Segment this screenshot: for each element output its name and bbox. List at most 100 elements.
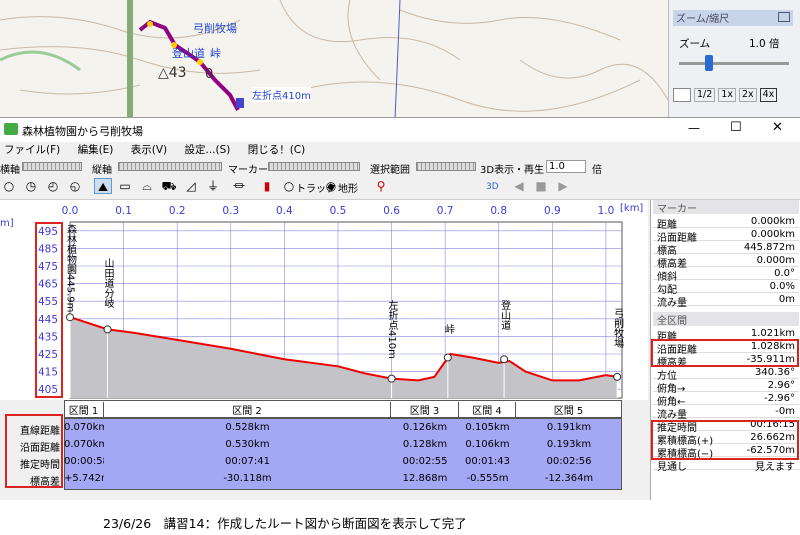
- section-cell: 0.128km: [402, 439, 448, 450]
- x-tick-label: 0.6: [383, 205, 400, 217]
- rewind-icon[interactable]: ◀: [510, 178, 528, 194]
- row-label: 推定時間: [20, 460, 60, 471]
- zoom-label: ズーム: [679, 38, 711, 50]
- marker-value: -0m: [775, 406, 795, 417]
- menu-settings[interactable]: 設定...(S): [184, 144, 230, 156]
- section-cell: 0.530km: [225, 439, 270, 450]
- menu-view[interactable]: 表示(V): [131, 144, 167, 156]
- profile-window: 森林植物園から弓削牧場 — ☐ ✕ ファイル(F) 編集(E) 表示(V) 設定…: [0, 117, 800, 501]
- section-cell: 00:01:43: [465, 456, 510, 467]
- chart-svg: 4954854754654554454354254154050.0 0.1 0.2 0…: [38, 205, 624, 399]
- marker-row: 標高差 0.000m: [653, 255, 799, 270]
- waypoint-marker: [103, 325, 112, 334]
- ruler-icon[interactable]: ▭: [116, 178, 134, 194]
- marker-value: 見えます: [755, 462, 795, 473]
- zoom-fit-button[interactable]: [673, 88, 691, 102]
- zoom-value: 1.0 倍: [749, 38, 780, 50]
- section-cell: 0.105km: [465, 422, 510, 433]
- section-cell: 0.106km: [465, 439, 510, 450]
- waypoint-label: 弓削牧場: [612, 308, 624, 349]
- speed-unit: 倍: [592, 165, 602, 176]
- section-header[interactable]: 区間 3: [391, 402, 459, 418]
- marker-row: 距離 0.000km: [653, 216, 799, 231]
- x-tick-label: 0.1: [115, 205, 132, 217]
- road-icon[interactable]: ⌓: [138, 178, 156, 194]
- close-button[interactable]: ✕: [772, 120, 783, 135]
- track-tool-icon[interactable]: ○: [0, 178, 18, 194]
- marker-row: 方位 340.36°: [653, 367, 799, 382]
- section-header[interactable]: 区間 4: [459, 402, 516, 418]
- marker-row: 標高 445.872m: [653, 242, 799, 257]
- minimize-button[interactable]: —: [688, 121, 700, 135]
- plug-icon[interactable]: ⏚: [204, 178, 222, 194]
- marker-value: 1.021km: [750, 328, 795, 339]
- zoom-half-button[interactable]: 1/2: [694, 88, 716, 102]
- marker-value: -2.96°: [764, 393, 795, 404]
- window-title: 森林植物園から弓削牧場: [22, 125, 143, 138]
- terrain-radio-label: 地形: [338, 184, 358, 195]
- menu-edit[interactable]: 編集(E): [78, 144, 114, 156]
- marker-row: 俯角→ 2.96°: [653, 380, 799, 395]
- map-view[interactable]: 弓削牧場 登山道 峠 △43 0 左折点410m: [0, 0, 668, 120]
- menu-file[interactable]: ファイル(F): [4, 144, 60, 156]
- selection-slider[interactable]: [416, 162, 476, 171]
- zoom-slider-track[interactable]: [679, 62, 789, 65]
- horizontal-axis-slider[interactable]: [22, 162, 82, 171]
- marker-pin-icon[interactable]: ▮: [258, 178, 276, 194]
- maximize-button[interactable]: ☐: [730, 120, 742, 135]
- marker-value: 0.0°: [774, 268, 795, 279]
- row-label: 標高差: [30, 477, 60, 488]
- menu-close[interactable]: 閉じる！(C): [248, 144, 306, 156]
- zoom-2x-button[interactable]: 2x: [738, 88, 757, 102]
- slope-icon[interactable]: ◿: [182, 178, 200, 194]
- marker-slider[interactable]: [268, 162, 360, 171]
- marker-key: 見通し: [657, 462, 687, 473]
- clock-icon[interactable]: ◷: [22, 178, 40, 194]
- marker-value: 0.000km: [750, 216, 795, 227]
- waypoint-marker: [443, 353, 452, 362]
- section-cell: 00:02:56: [546, 456, 592, 467]
- section-cell: 00:02:55: [402, 456, 448, 467]
- waypoint-label: 山田道分岐: [102, 258, 114, 309]
- speed-select[interactable]: 1.0: [546, 160, 586, 173]
- play-icon[interactable]: ▶: [554, 178, 572, 194]
- marker-row: 勾配 0.0%: [653, 281, 799, 296]
- section-table: 直線距離 沿面距離 推定時間 標高差 区間 1 0.070km 0.070km 00:00:…: [0, 400, 648, 501]
- zoom-panel-header: ズーム/縮尺: [673, 10, 793, 26]
- vertical-axis-slider[interactable]: [118, 162, 222, 171]
- waypoint-marker: [387, 374, 396, 383]
- elevation-chart[interactable]: 495 485 475 465 455 445 435 425 415 405 0.0 0.1 0.2 0…: [0, 200, 648, 501]
- collapse-icon[interactable]: [778, 12, 790, 22]
- zoom-panel: ズーム/縮尺 ズーム 1.0 倍 1/2 1x 2x 4x: [668, 0, 800, 118]
- x-tick-label: 0.4: [276, 205, 293, 217]
- section-header[interactable]: 区間 2: [104, 402, 391, 418]
- caption-text: 23/6/26 講習14：作成したルート図から断面図を表示して完了: [103, 516, 467, 531]
- marker-row: 流み量 -0m: [653, 406, 799, 421]
- y-axis-highlight: [35, 222, 63, 398]
- section-header[interactable]: 区間 5: [516, 402, 622, 418]
- clock-number-icon[interactable]: ◴: [44, 178, 62, 194]
- plug-alt-icon[interactable]: ⏛: [230, 178, 248, 194]
- selection-pin-icon[interactable]: ⚲: [372, 178, 390, 194]
- mountain-icon[interactable]: ⛰: [94, 178, 112, 194]
- map-canvas: [0, 0, 668, 120]
- map-label-peak-zero: 0: [205, 67, 214, 82]
- x-tick-label: 0.5: [330, 205, 347, 217]
- view3d-button[interactable]: 3D: [486, 182, 499, 192]
- zoom-panel-title: ズーム/縮尺: [676, 14, 730, 25]
- waypoint-marker: [500, 355, 509, 364]
- horizontal-axis-label: 横軸: [0, 165, 20, 176]
- marker-key: 流み量: [657, 298, 687, 309]
- vertical-axis-label: 縦軸: [92, 165, 112, 176]
- stop-icon[interactable]: ■: [532, 178, 550, 194]
- car-icon[interactable]: ⛟: [160, 178, 178, 194]
- zoom-slider-thumb[interactable]: [705, 55, 713, 71]
- marker-row: 傾斜 0.0°: [653, 268, 799, 283]
- waypoint-marker: [613, 372, 622, 381]
- zoom-1x-button[interactable]: 1x: [718, 88, 736, 102]
- clock-alt-icon[interactable]: ◵: [66, 178, 84, 194]
- section-header[interactable]: 区間 1: [64, 402, 104, 418]
- x-tick-label: 0.9: [544, 205, 561, 217]
- caption-area: 23/6/26 講習14：作成したルート図から断面図を表示して完了: [0, 500, 800, 535]
- zoom-4x-button[interactable]: 4x: [759, 88, 778, 102]
